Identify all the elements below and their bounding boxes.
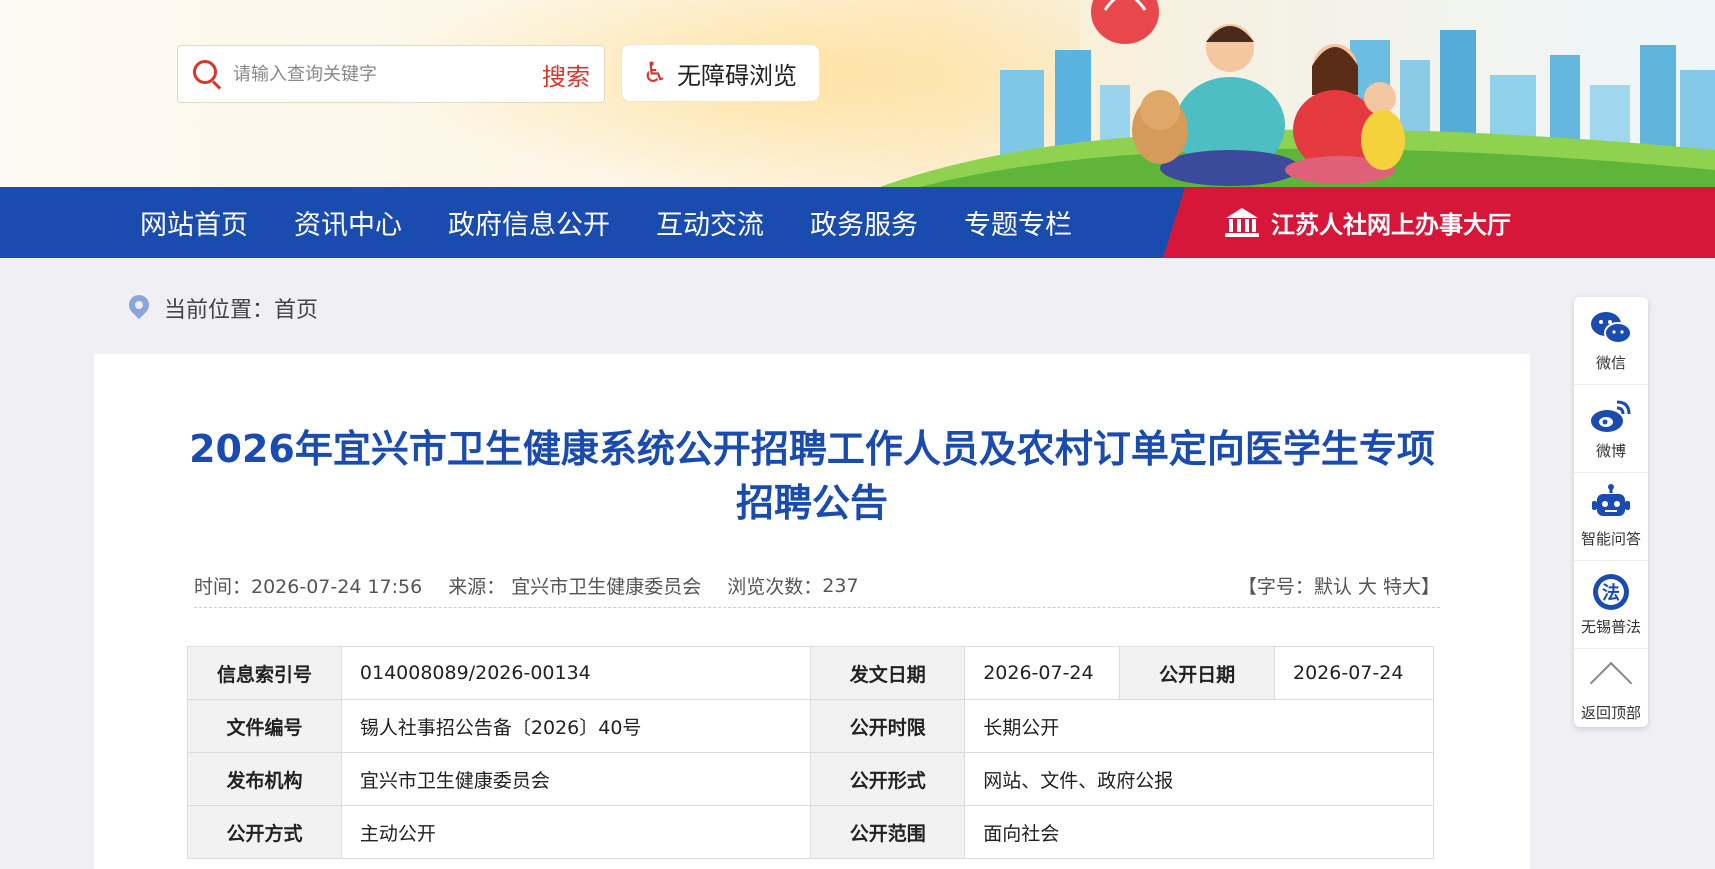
label-disclosure-form: 公开形式: [810, 752, 966, 806]
side-wechat-label: 微信: [1595, 354, 1626, 372]
nav-item-services[interactable]: 政务服务: [810, 203, 918, 242]
header-banner: 搜索 ♿ 无障碍浏览: [0, 0, 1715, 187]
font-size-xlarge[interactable]: 特大: [1383, 576, 1421, 598]
value-public-date: 2026-07-24: [1274, 646, 1434, 700]
value-disclosure-scope: 面向社会: [964, 805, 1434, 859]
search-button[interactable]: 搜索: [542, 57, 590, 92]
side-smart-qa[interactable]: 智能问答: [1574, 473, 1648, 561]
breadcrumb: 当前位置：首页: [124, 290, 318, 324]
breadcrumb-text[interactable]: 当前位置：首页: [164, 292, 318, 324]
city-skyline-illustration: [880, 0, 1715, 187]
table-row: 公开方式 主动公开 公开范围 面向社会: [187, 805, 1434, 859]
wechat-icon: [1591, 312, 1632, 344]
online-service-hall[interactable]: 江苏人社网上办事大厅: [1163, 187, 1715, 258]
value-disclosure-method: 主动公开: [340, 805, 812, 859]
label-issuer: 发布机构: [187, 752, 342, 806]
svg-text:法: 法: [1602, 582, 1620, 604]
side-wuxi-law[interactable]: 法 无锡普法: [1574, 561, 1648, 649]
article-card: 2026年宜兴市卫生健康系统公开招聘工作人员及农村订单定向医学生专项招聘公告 时…: [94, 354, 1530, 869]
back-to-top[interactable]: 返回顶部: [1574, 649, 1648, 727]
value-doc-number: 锡人社事招公告备〔2026〕40号: [340, 699, 812, 753]
law-badge-icon: 法: [1593, 574, 1629, 610]
nav-item-home[interactable]: 网站首页: [140, 203, 248, 242]
chevron-up-icon: [1589, 661, 1633, 704]
side-wuxi-law-label: 无锡普法: [1580, 618, 1641, 636]
label-disclosure-period: 公开时限: [810, 699, 966, 753]
side-smart-qa-label: 智能问答: [1580, 530, 1641, 548]
font-size-suffix: 】: [1420, 576, 1440, 598]
building-icon: [1225, 207, 1259, 238]
font-size-prefix: 【字号：: [1237, 576, 1314, 598]
font-size-large[interactable]: 大: [1358, 576, 1377, 598]
online-service-hall-label: 江苏人社网上办事大厅: [1271, 211, 1511, 239]
value-issuer: 宜兴市卫生健康委员会: [340, 752, 812, 806]
weibo-icon: [1591, 400, 1631, 432]
search-icon[interactable]: [191, 58, 223, 90]
side-weibo-label: 微博: [1595, 442, 1626, 460]
side-weibo[interactable]: 微博: [1574, 385, 1648, 473]
nav-item-gov-info[interactable]: 政府信息公开: [448, 203, 610, 242]
search-bar: 搜索: [177, 45, 605, 103]
font-size-default[interactable]: 默认: [1314, 576, 1352, 598]
article-title: 2026年宜兴市卫生健康系统公开招聘工作人员及农村订单定向医学生专项招聘公告: [189, 427, 1435, 525]
back-to-top-label: 返回顶部: [1580, 703, 1641, 722]
value-disclosure-period: 长期公开: [964, 699, 1434, 753]
robot-icon: [1592, 484, 1630, 516]
views-label: 浏览次数：: [727, 576, 823, 598]
accessibility-label: 无障碍浏览: [677, 61, 797, 90]
value-index-number: 014008089/2026-00134: [340, 646, 812, 700]
label-disclosure-method: 公开方式: [187, 805, 342, 859]
wheelchair-icon: ♿: [642, 56, 668, 89]
side-wechat[interactable]: 微信: [1574, 297, 1648, 385]
label-disclosure-scope: 公开范围: [810, 805, 966, 859]
table-row: 文件编号 锡人社事招公告备〔2026〕40号 公开时限 长期公开: [187, 699, 1434, 753]
info-table: 信息索引号 014008089/2026-00134 发文日期 2026-07-…: [187, 646, 1434, 859]
label-index-number: 信息索引号: [187, 646, 342, 700]
label-public-date: 公开日期: [1119, 646, 1275, 700]
side-toolbar: 微信 微博 智能问答 法 无锡普法 返回顶部: [1574, 297, 1648, 727]
label-doc-number: 文件编号: [187, 699, 342, 753]
value-issue-date: 2026-07-24: [964, 646, 1121, 700]
nav-item-interaction[interactable]: 互动交流: [656, 203, 764, 242]
font-size-switcher: 【字号：默认 大 特大】: [1238, 572, 1440, 599]
publish-time: 时间：2026-07-24 17:56: [194, 576, 423, 598]
views-count: 237: [822, 574, 859, 597]
article-meta: 时间：2026-07-24 17:56 来源： 宜兴市卫生健康委员会 浏览次数：…: [194, 564, 1440, 608]
table-row: 发布机构 宜兴市卫生健康委员会 公开形式 网站、文件、政府公报: [187, 752, 1434, 806]
value-disclosure-form: 网站、文件、政府公报: [964, 752, 1434, 806]
accessibility-button[interactable]: ♿ 无障碍浏览: [622, 45, 819, 101]
table-row: 信息索引号 014008089/2026-00134 发文日期 2026-07-…: [187, 646, 1434, 700]
location-pin-icon: [124, 290, 154, 321]
nav-item-topics[interactable]: 专题专栏: [964, 203, 1072, 242]
search-input[interactable]: [233, 63, 513, 85]
label-issue-date: 发文日期: [810, 646, 966, 700]
article-source: 来源： 宜兴市卫生健康委员会: [448, 576, 702, 598]
nav-item-news[interactable]: 资讯中心: [294, 203, 402, 242]
